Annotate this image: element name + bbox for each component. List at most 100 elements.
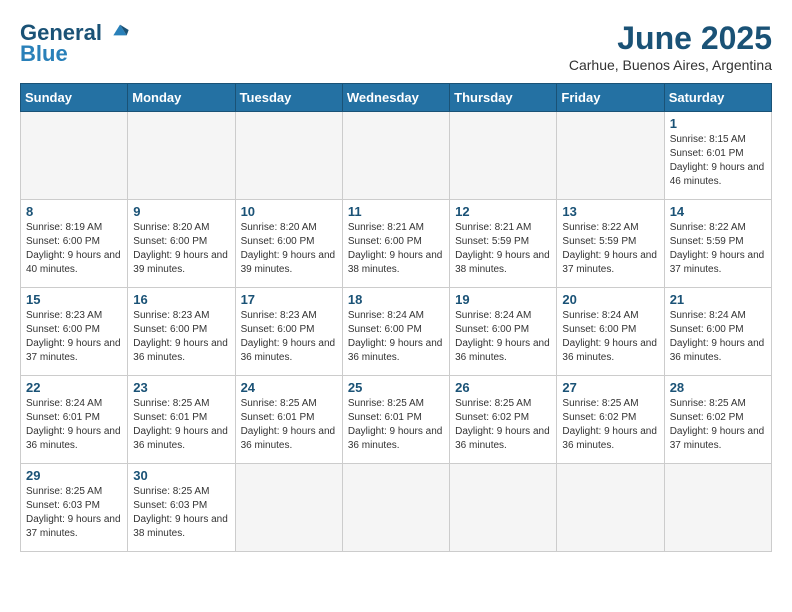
calendar-cell — [21, 112, 128, 200]
day-info: Sunrise: 8:25 AMSunset: 6:02 PMDaylight:… — [562, 398, 657, 451]
day-number: 23 — [133, 380, 229, 395]
day-info: Sunrise: 8:21 AMSunset: 6:00 PMDaylight:… — [348, 222, 443, 275]
calendar-cell: 15 Sunrise: 8:23 AMSunset: 6:00 PMDayligh… — [21, 288, 128, 376]
day-info: Sunrise: 8:21 AMSunset: 5:59 PMDaylight:… — [455, 222, 550, 275]
header-thursday: Thursday — [450, 84, 557, 112]
day-number: 25 — [348, 380, 444, 395]
logo: General Blue — [20, 20, 130, 67]
calendar-cell: 24 Sunrise: 8:25 AMSunset: 6:01 PMDayligh… — [235, 376, 342, 464]
header-friday: Friday — [557, 84, 664, 112]
calendar-cell: 17 Sunrise: 8:23 AMSunset: 6:00 PMDayligh… — [235, 288, 342, 376]
calendar-week-2: 8 Sunrise: 8:19 AMSunset: 6:00 PMDaylight… — [21, 200, 772, 288]
day-number: 8 — [26, 204, 122, 219]
day-number: 24 — [241, 380, 337, 395]
day-info: Sunrise: 8:20 AMSunset: 6:00 PMDaylight:… — [241, 222, 336, 275]
calendar-week-1: 1 Sunrise: 8:15 AMSunset: 6:01 PMDaylight… — [21, 112, 772, 200]
calendar-cell: 18 Sunrise: 8:24 AMSunset: 6:00 PMDayligh… — [342, 288, 449, 376]
day-number: 12 — [455, 204, 551, 219]
calendar-cell — [235, 112, 342, 200]
day-number: 10 — [241, 204, 337, 219]
day-number: 22 — [26, 380, 122, 395]
day-number: 30 — [133, 468, 229, 483]
day-number: 9 — [133, 204, 229, 219]
day-info: Sunrise: 8:25 AMSunset: 6:01 PMDaylight:… — [241, 398, 336, 451]
header-wednesday: Wednesday — [342, 84, 449, 112]
day-info: Sunrise: 8:19 AMSunset: 6:00 PMDaylight:… — [26, 222, 121, 275]
day-info: Sunrise: 8:24 AMSunset: 6:00 PMDaylight:… — [455, 310, 550, 363]
day-info: Sunrise: 8:20 AMSunset: 6:00 PMDaylight:… — [133, 222, 228, 275]
logo-icon — [110, 20, 130, 40]
calendar-cell — [235, 464, 342, 552]
calendar-cell: 22 Sunrise: 8:24 AMSunset: 6:01 PMDayligh… — [21, 376, 128, 464]
calendar-cell: 1 Sunrise: 8:15 AMSunset: 6:01 PMDaylight… — [664, 112, 771, 200]
day-number: 27 — [562, 380, 658, 395]
calendar-cell — [128, 112, 235, 200]
calendar-week-4: 22 Sunrise: 8:24 AMSunset: 6:01 PMDayligh… — [21, 376, 772, 464]
calendar-cell: 20 Sunrise: 8:24 AMSunset: 6:00 PMDayligh… — [557, 288, 664, 376]
day-number: 28 — [670, 380, 766, 395]
calendar-cell: 11 Sunrise: 8:21 AMSunset: 6:00 PMDayligh… — [342, 200, 449, 288]
calendar-header-row: SundayMondayTuesdayWednesdayThursdayFrid… — [21, 84, 772, 112]
day-number: 1 — [670, 116, 766, 131]
day-info: Sunrise: 8:22 AMSunset: 5:59 PMDaylight:… — [670, 222, 765, 275]
calendar-week-5: 29 Sunrise: 8:25 AMSunset: 6:03 PMDayligh… — [21, 464, 772, 552]
day-info: Sunrise: 8:23 AMSunset: 6:00 PMDaylight:… — [133, 310, 228, 363]
day-info: Sunrise: 8:15 AMSunset: 6:01 PMDaylight:… — [670, 134, 765, 187]
calendar-cell: 10 Sunrise: 8:20 AMSunset: 6:00 PMDayligh… — [235, 200, 342, 288]
calendar-cell: 13 Sunrise: 8:22 AMSunset: 5:59 PMDayligh… — [557, 200, 664, 288]
calendar-cell: 8 Sunrise: 8:19 AMSunset: 6:00 PMDaylight… — [21, 200, 128, 288]
day-info: Sunrise: 8:24 AMSunset: 6:00 PMDaylight:… — [670, 310, 765, 363]
day-number: 13 — [562, 204, 658, 219]
calendar-cell: 25 Sunrise: 8:25 AMSunset: 6:01 PMDayligh… — [342, 376, 449, 464]
calendar-table: SundayMondayTuesdayWednesdayThursdayFrid… — [20, 83, 772, 552]
day-number: 15 — [26, 292, 122, 307]
calendar-cell: 26Sunrise: 8:25 AMSunset: 6:02 PMDayligh… — [450, 376, 557, 464]
calendar-cell: 23Sunrise: 8:25 AMSunset: 6:01 PMDayligh… — [128, 376, 235, 464]
calendar-cell: 27 Sunrise: 8:25 AMSunset: 6:02 PMDayligh… — [557, 376, 664, 464]
page-header: General Blue June 2025 Carhue, Buenos Ai… — [20, 20, 772, 73]
day-info: Sunrise: 8:22 AMSunset: 5:59 PMDaylight:… — [562, 222, 657, 275]
calendar-week-3: 15 Sunrise: 8:23 AMSunset: 6:00 PMDayligh… — [21, 288, 772, 376]
calendar-cell: 9 Sunrise: 8:20 AMSunset: 6:00 PMDaylight… — [128, 200, 235, 288]
day-info: Sunrise: 8:23 AMSunset: 6:00 PMDaylight:… — [241, 310, 336, 363]
calendar-cell: 19 Sunrise: 8:24 AMSunset: 6:00 PMDayligh… — [450, 288, 557, 376]
calendar-cell — [450, 464, 557, 552]
calendar-cell — [342, 464, 449, 552]
day-number: 19 — [455, 292, 551, 307]
calendar-cell — [557, 464, 664, 552]
header-tuesday: Tuesday — [235, 84, 342, 112]
day-info: Sunrise: 8:25 AMSunset: 6:02 PMDaylight:… — [670, 398, 765, 451]
calendar-cell — [342, 112, 449, 200]
calendar-cell: 14 Sunrise: 8:22 AMSunset: 5:59 PMDayligh… — [664, 200, 771, 288]
location-subtitle: Carhue, Buenos Aires, Argentina — [569, 57, 772, 73]
day-info: Sunrise: 8:24 AMSunset: 6:00 PMDaylight:… — [562, 310, 657, 363]
calendar-body: 1 Sunrise: 8:15 AMSunset: 6:01 PMDaylight… — [21, 112, 772, 552]
day-number: 14 — [670, 204, 766, 219]
calendar-cell — [450, 112, 557, 200]
day-info: Sunrise: 8:25 AMSunset: 6:02 PMDaylight:… — [455, 398, 550, 451]
day-info: Sunrise: 8:24 AMSunset: 6:01 PMDaylight:… — [26, 398, 121, 451]
header-sunday: Sunday — [21, 84, 128, 112]
calendar-cell: 16 Sunrise: 8:23 AMSunset: 6:00 PMDayligh… — [128, 288, 235, 376]
month-title: June 2025 — [569, 20, 772, 57]
calendar-cell — [557, 112, 664, 200]
day-number: 18 — [348, 292, 444, 307]
day-number: 11 — [348, 204, 444, 219]
day-info: Sunrise: 8:24 AMSunset: 6:00 PMDaylight:… — [348, 310, 443, 363]
calendar-cell: 21Sunrise: 8:24 AMSunset: 6:00 PMDayligh… — [664, 288, 771, 376]
day-number: 20 — [562, 292, 658, 307]
header-monday: Monday — [128, 84, 235, 112]
calendar-cell: 29 Sunrise: 8:25 AMSunset: 6:03 PMDayligh… — [21, 464, 128, 552]
day-number: 16 — [133, 292, 229, 307]
day-number: 29 — [26, 468, 122, 483]
calendar-cell: 12 Sunrise: 8:21 AMSunset: 5:59 PMDayligh… — [450, 200, 557, 288]
day-number: 17 — [241, 292, 337, 307]
day-info: Sunrise: 8:23 AMSunset: 6:00 PMDaylight:… — [26, 310, 121, 363]
calendar-cell: 30 Sunrise: 8:25 AMSunset: 6:03 PMDayligh… — [128, 464, 235, 552]
day-info: Sunrise: 8:25 AMSunset: 6:01 PMDaylight:… — [348, 398, 443, 451]
title-area: June 2025 Carhue, Buenos Aires, Argentin… — [569, 20, 772, 73]
calendar-cell: 28 Sunrise: 8:25 AMSunset: 6:02 PMDayligh… — [664, 376, 771, 464]
day-info: Sunrise: 8:25 AMSunset: 6:03 PMDaylight:… — [26, 486, 121, 539]
day-info: Sunrise: 8:25 AMSunset: 6:03 PMDaylight:… — [133, 486, 228, 539]
header-saturday: Saturday — [664, 84, 771, 112]
